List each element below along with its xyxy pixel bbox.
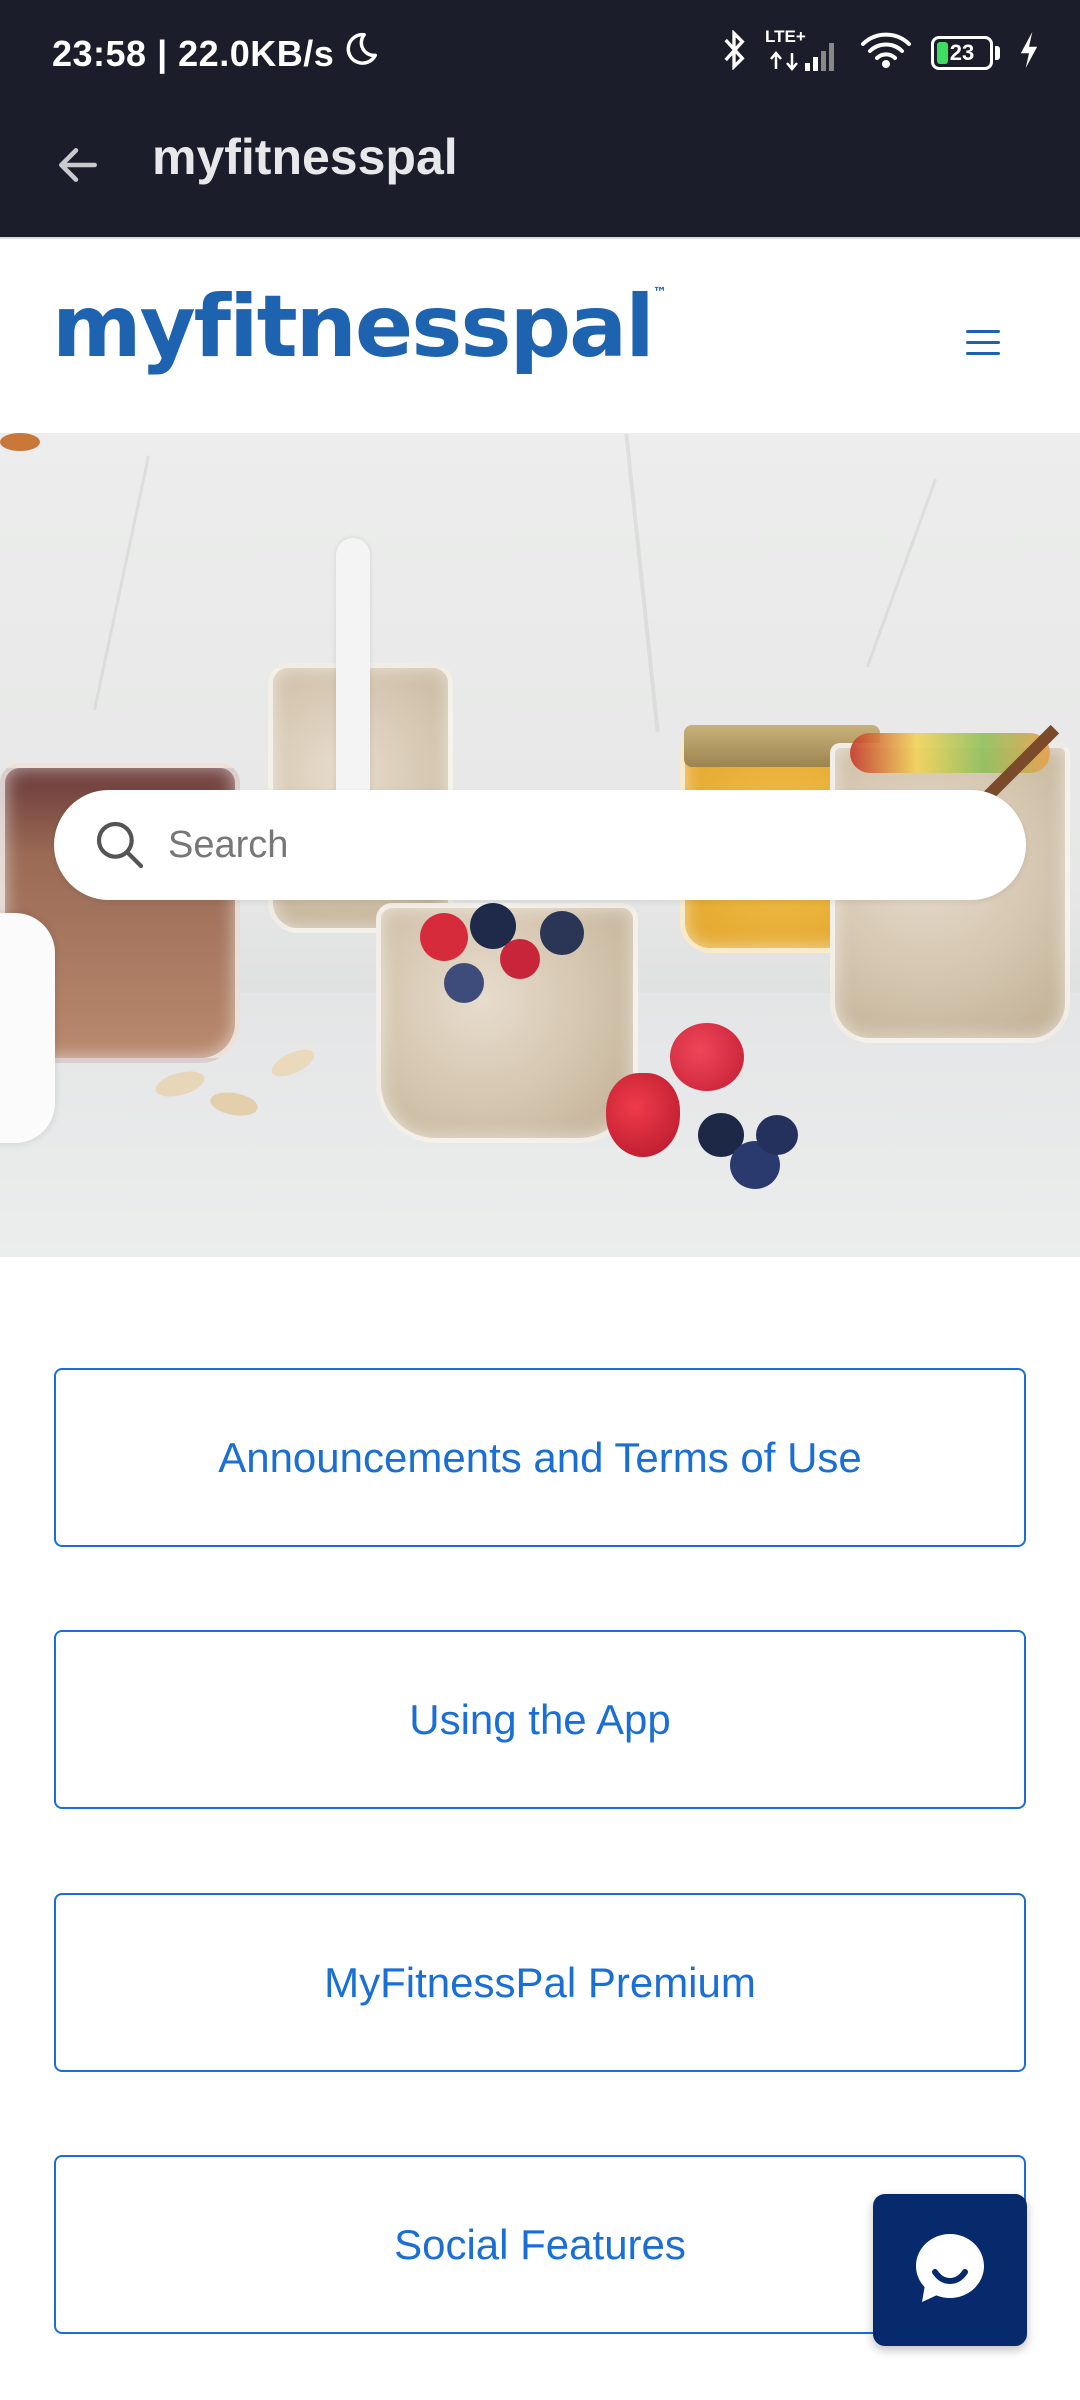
- status-left: 23:58 | 22.0KB/s: [52, 30, 380, 77]
- category-premium[interactable]: MyFitnessPal Premium: [54, 1893, 1026, 2072]
- wifi-icon: [859, 30, 913, 75]
- back-button[interactable]: [46, 135, 110, 199]
- signal-icon: LTE+: [765, 27, 841, 75]
- top-bar: 23:58 | 22.0KB/s LTE+ 23 myfitnesspal: [0, 0, 1080, 237]
- brand-logo-text: myfitnesspal: [52, 277, 655, 377]
- category-label: MyFitnessPal Premium: [324, 1958, 756, 2006]
- category-announcements-terms[interactable]: Announcements and Terms of Use: [54, 1368, 1026, 1547]
- status-right: LTE+ 23: [721, 27, 1040, 75]
- battery-level: 23: [949, 39, 975, 65]
- back-arrow-icon: [53, 140, 103, 195]
- hamburger-menu-icon[interactable]: [960, 319, 1006, 365]
- category-label: Using the App: [409, 1695, 671, 1743]
- status-bar: 23:58 | 22.0KB/s LTE+ 23: [0, 0, 1080, 110]
- search-bar[interactable]: [54, 790, 1026, 900]
- category-label: Announcements and Terms of Use: [218, 1433, 862, 1481]
- chat-button[interactable]: [873, 2194, 1027, 2346]
- search-icon: [92, 817, 148, 873]
- category-label: Social Features: [394, 2220, 686, 2268]
- app-bar-title: myfitnesspal: [152, 129, 458, 185]
- bluetooth-icon: [721, 29, 747, 75]
- app-bar: myfitnesspal: [0, 110, 1080, 237]
- trademark-mark: ™: [652, 285, 667, 301]
- moon-icon: [342, 30, 380, 77]
- site-header: myfitnesspal™: [0, 237, 1080, 433]
- chat-icon: [910, 2228, 990, 2313]
- charging-icon: [1018, 32, 1040, 73]
- status-time-speed: 23:58 | 22.0KB/s: [52, 32, 335, 74]
- search-input[interactable]: [168, 823, 968, 867]
- category-using-the-app[interactable]: Using the App: [54, 1630, 1026, 1809]
- battery-icon: 23: [931, 35, 1000, 70]
- brand-logo[interactable]: myfitnesspal™: [52, 277, 667, 377]
